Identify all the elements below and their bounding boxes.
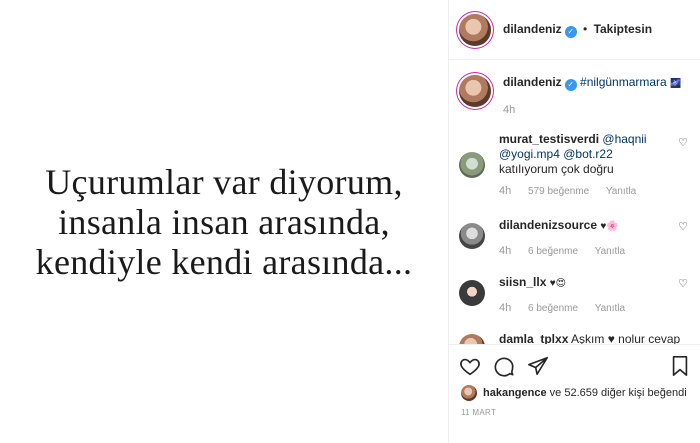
mention-link[interactable]: @yogi.mp4 bbox=[499, 147, 560, 161]
post-date[interactable]: 11 MART bbox=[461, 408, 496, 417]
comment-time[interactable]: 4h bbox=[499, 185, 511, 197]
comment-username[interactable]: dilandenizsource bbox=[499, 218, 597, 232]
comment-item: dilandenizsource ♥🌸 4h 6 beğenme Yanıtla… bbox=[459, 218, 690, 259]
mention-link[interactable]: @haqnii bbox=[602, 132, 646, 146]
commenter-avatar[interactable] bbox=[459, 334, 485, 344]
caption-time[interactable]: 4h bbox=[503, 104, 515, 116]
caption-emoji: 🌌 bbox=[670, 78, 682, 88]
liker-avatar[interactable] bbox=[461, 385, 477, 401]
comment-time[interactable]: 4h bbox=[499, 302, 511, 314]
comment-time[interactable]: 4h bbox=[499, 245, 511, 257]
verified-badge-icon: ✓ bbox=[564, 79, 577, 91]
liker-username[interactable]: hakangence bbox=[483, 387, 547, 399]
caption-username[interactable]: dilandeniz bbox=[503, 75, 562, 89]
comment-like-icon[interactable]: ♡ bbox=[678, 136, 688, 149]
comment-text: ♥😍 bbox=[549, 278, 567, 289]
bookmark-icon[interactable] bbox=[670, 355, 690, 377]
post-quote: Uçurumlar var diyorum, insanla insan ara… bbox=[36, 162, 413, 282]
following-button[interactable]: Takiptesin bbox=[594, 22, 652, 36]
comment-text: Aşkım ♥ nolur cevap bbox=[571, 332, 681, 344]
heart-icon[interactable] bbox=[459, 355, 481, 377]
reply-button[interactable]: Yanıtla bbox=[595, 303, 625, 314]
quote-line-3: kendiyle kendi arasında... bbox=[35, 241, 413, 282]
post-header: dilandeniz ✓ • Takiptesin bbox=[449, 0, 700, 60]
comment-like-icon[interactable]: ♡ bbox=[678, 277, 688, 290]
author-username[interactable]: dilandeniz bbox=[503, 22, 562, 36]
post-side-panel: dilandeniz ✓ • Takiptesin dilandeniz ✓ #ni… bbox=[448, 0, 700, 443]
comment-text: ♥🌸 bbox=[600, 221, 619, 232]
caption-row: dilandeniz ✓ #nilgünmarmara 🌌 4h bbox=[459, 75, 690, 118]
quote-line-1: Uçurumlar var diyorum, bbox=[45, 161, 403, 202]
post-actions: hakangence ve 52.659 diğer kişi beğendi … bbox=[449, 344, 700, 443]
header-separator: • bbox=[583, 21, 588, 36]
reply-button[interactable]: Yanıtla bbox=[606, 186, 636, 197]
mention-link[interactable]: @bot.r22 bbox=[563, 147, 613, 161]
post-image[interactable]: Uçurumlar var diyorum, insanla insan ara… bbox=[0, 0, 448, 443]
verified-badge-icon: ✓ bbox=[564, 25, 577, 38]
quote-line-2: insanla insan arasında, bbox=[58, 201, 390, 242]
comment-item: murat_testisverdi @haqnii @yogi.mp4 @bot… bbox=[459, 132, 690, 199]
comment-like-icon[interactable]: ♡ bbox=[678, 220, 688, 233]
comment-username[interactable]: murat_testisverdi bbox=[499, 132, 599, 146]
comment-text: katılıyorum çok doğru bbox=[499, 162, 614, 176]
share-icon[interactable] bbox=[527, 355, 549, 377]
author-avatar[interactable] bbox=[459, 13, 491, 46]
comment-username[interactable]: damla_tplxx bbox=[499, 332, 568, 344]
commenter-avatar[interactable] bbox=[459, 280, 485, 306]
comment-icon[interactable] bbox=[493, 355, 515, 377]
likes-summary[interactable]: hakangence ve 52.659 diğer kişi beğendi bbox=[461, 385, 687, 401]
commenter-avatar[interactable] bbox=[459, 152, 485, 178]
comment-item: siisn_llx ♥😍 4h 6 beğenme Yanıtla ♡ bbox=[459, 275, 690, 316]
comment-item: damla_tplxx Aşkım ♥ nolur cevap bbox=[459, 332, 690, 344]
likes-count-text[interactable]: ve 52.659 diğer kişi beğendi bbox=[550, 387, 687, 399]
comment-username[interactable]: siisn_llx bbox=[499, 275, 546, 289]
comment-likes[interactable]: 6 beğenme bbox=[528, 303, 578, 314]
caption-avatar[interactable] bbox=[459, 75, 491, 107]
comment-likes[interactable]: 579 beğenme bbox=[528, 186, 589, 197]
caption-hashtag[interactable]: #nilgünmarmara bbox=[580, 75, 667, 89]
header-text: dilandeniz ✓ • Takiptesin bbox=[503, 22, 652, 38]
commenter-avatar[interactable] bbox=[459, 223, 485, 249]
comments-list[interactable]: dilandeniz ✓ #nilgünmarmara 🌌 4h murat_te… bbox=[449, 61, 700, 344]
reply-button[interactable]: Yanıtla bbox=[595, 246, 625, 257]
comment-likes[interactable]: 6 beğenme bbox=[528, 246, 578, 257]
